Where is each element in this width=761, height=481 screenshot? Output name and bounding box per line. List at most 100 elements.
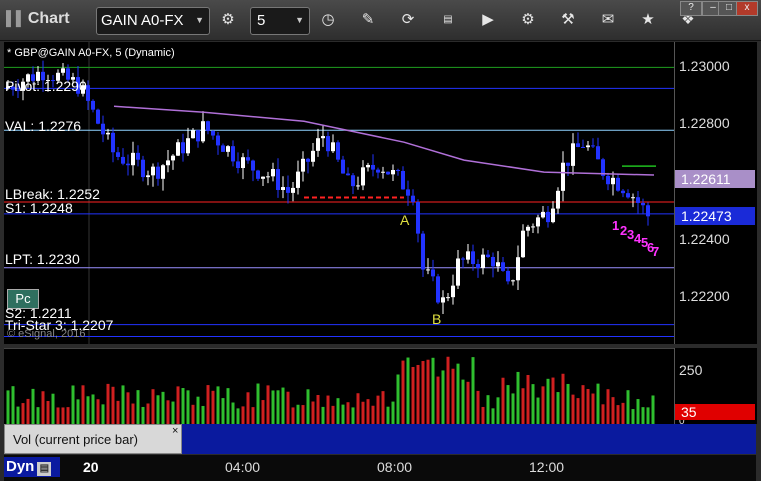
volume-bar — [611, 397, 615, 425]
level-label-lpt: LPT: 1.2230 — [5, 251, 80, 267]
play-icon[interactable]: ▶ — [476, 8, 500, 32]
volume-bar — [556, 392, 560, 425]
volume-bar — [111, 386, 115, 425]
candle-body — [161, 165, 165, 179]
dynamic-button[interactable]: Dyn ▤ — [4, 457, 60, 477]
volume-bar — [256, 383, 260, 425]
volume-bar — [306, 389, 310, 425]
volume-bar — [311, 401, 315, 425]
candle-body — [61, 68, 65, 73]
time-axis[interactable]: Dyn ▤ 20 04:00 08:00 12:00 — [4, 455, 756, 481]
volume-study-tab[interactable]: Vol (current price bar) × — [4, 424, 182, 454]
candle-body — [561, 162, 565, 191]
level-label-pivot: Pivot: 1.2290 — [5, 78, 87, 94]
volume-bar — [66, 407, 70, 425]
candle-body — [436, 276, 440, 303]
candle-body — [551, 208, 555, 223]
comment-icon[interactable]: ✉ — [596, 8, 620, 32]
volume-bar — [266, 385, 270, 425]
volume-bar — [571, 394, 575, 425]
chevron-down-icon[interactable]: ▼ — [295, 15, 304, 25]
volume-bar — [236, 408, 240, 425]
bookmark-icon[interactable]: ★ — [636, 8, 660, 32]
candle-body — [381, 171, 385, 173]
candle-body — [441, 297, 445, 303]
candle-body — [271, 169, 275, 177]
candle-body — [216, 135, 220, 146]
candle-body — [541, 211, 545, 218]
volume-bar — [606, 389, 610, 425]
candle-body — [91, 100, 95, 110]
volume-bar — [466, 381, 470, 425]
price-axis[interactable]: 1.23000 1.22800 1.22400 1.22200 1.22611 … — [674, 42, 757, 344]
candle-body — [386, 171, 390, 175]
volume-bar — [56, 407, 60, 425]
pencil-icon[interactable]: ✎ — [356, 8, 380, 32]
volume-bar — [21, 403, 25, 425]
volume-axis[interactable]: 250 0 35 — [674, 348, 757, 427]
candle-body — [116, 152, 120, 157]
volume-bar — [181, 388, 185, 425]
volume-bar — [631, 409, 635, 425]
volume-bar — [601, 404, 605, 425]
candle-body — [176, 142, 180, 156]
candle-body — [461, 258, 465, 260]
volume-bar — [171, 401, 175, 425]
candle-body — [336, 142, 340, 160]
refresh-icon[interactable]: ⟳ — [396, 8, 420, 32]
volume-bar — [521, 388, 525, 425]
volume-bar — [316, 394, 320, 425]
price-chart-pane[interactable]: 1234567 * GBP@GAIN A0-FX, 5 (Dynamic) Pi… — [4, 42, 674, 344]
candle-body — [491, 256, 495, 267]
volume-bar — [636, 399, 640, 425]
price-tick-1.22400: 1.22400 — [679, 231, 730, 247]
volume-bar — [91, 394, 95, 425]
candle-body — [331, 142, 335, 152]
settings-icon[interactable]: ⚙ — [216, 8, 240, 32]
candle-body — [421, 233, 425, 270]
annotation-b: B — [432, 311, 442, 327]
volume-bar — [481, 406, 485, 425]
volume-bar — [221, 398, 225, 425]
volume-bar — [121, 385, 125, 425]
candle-body — [556, 190, 560, 209]
candle-body — [166, 160, 170, 166]
close-button[interactable]: x — [736, 1, 758, 16]
calendar-icon[interactable]: ▤ — [37, 462, 52, 476]
volume-pane[interactable] — [4, 348, 674, 425]
candle-body — [346, 173, 350, 176]
volume-bar — [381, 391, 385, 425]
candle-body — [631, 197, 635, 199]
candle-body — [576, 143, 580, 147]
volume-bar — [566, 383, 570, 425]
help-button[interactable]: ? — [680, 1, 702, 16]
candle-body — [546, 211, 550, 223]
chevron-down-icon[interactable]: ▼ — [195, 15, 204, 25]
symbol-input[interactable]: GAIN A0-FX ▼ — [96, 7, 210, 35]
candle-body — [96, 109, 100, 124]
candle-body — [136, 152, 140, 160]
volume-bar — [246, 392, 250, 425]
volume-bar — [271, 390, 275, 425]
volume-bar — [26, 398, 30, 425]
clock-icon[interactable]: ◷ — [316, 8, 340, 32]
volume-tick-250: 250 — [679, 362, 703, 378]
current-price-badge: 1.22473 — [675, 207, 755, 225]
price-tick-1.23000: 1.23000 — [679, 58, 730, 74]
tools-icon[interactable]: ⚒ — [556, 8, 580, 32]
interval-input[interactable]: 5 ▼ — [250, 7, 310, 35]
candle-body — [371, 164, 375, 170]
candle-body — [451, 285, 455, 298]
volume-bar — [376, 395, 380, 425]
candle-body — [626, 193, 630, 198]
price-tick-1.22800: 1.22800 — [679, 115, 730, 131]
volume-bar — [326, 395, 330, 425]
volume-bar — [16, 406, 20, 425]
candle-body — [611, 177, 615, 185]
volume-bar — [616, 405, 620, 425]
gear-icon[interactable]: ⚙ — [516, 8, 540, 32]
volume-bar — [116, 400, 120, 425]
get-icon[interactable]: ▤ — [436, 8, 460, 32]
volume-bar — [36, 407, 40, 425]
close-icon[interactable]: × — [172, 425, 178, 437]
